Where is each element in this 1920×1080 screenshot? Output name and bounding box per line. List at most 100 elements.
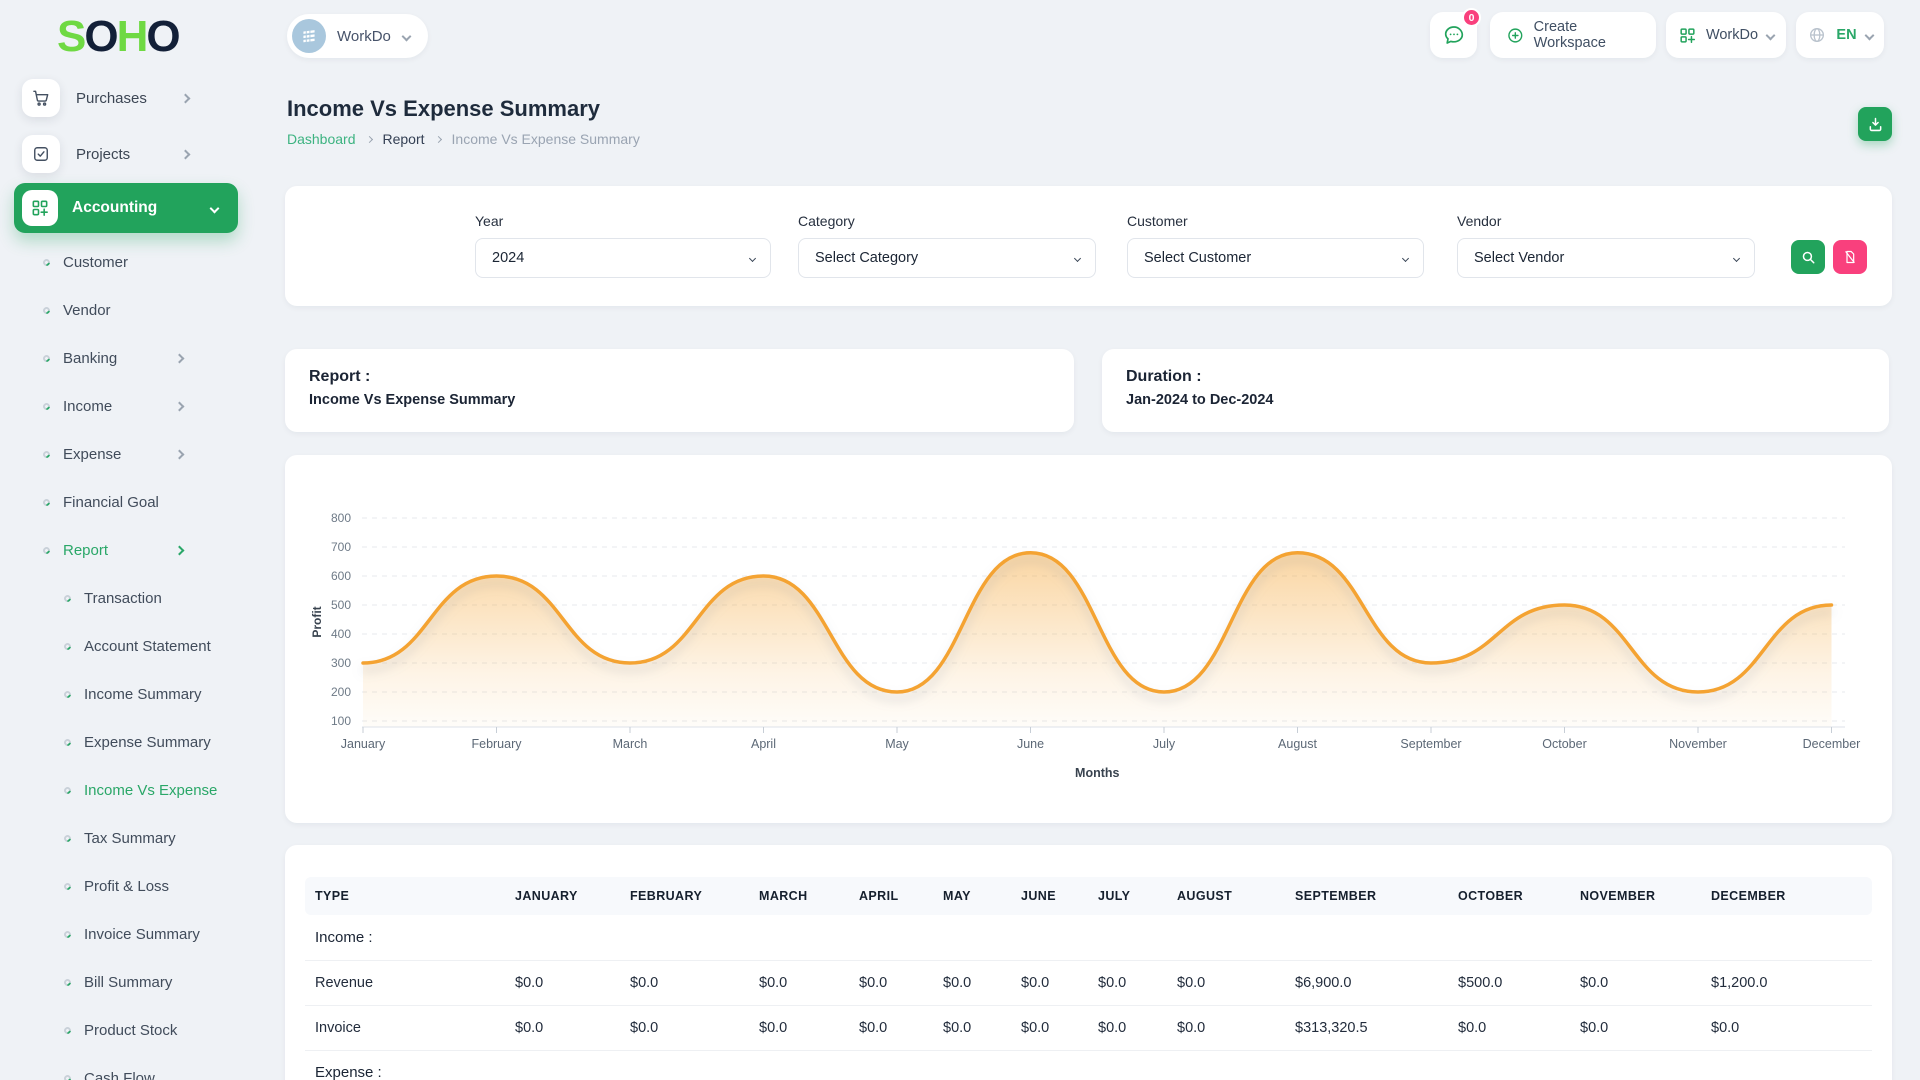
create-workspace-label: Create Workspace: [1533, 19, 1606, 51]
value-cell: $0.0: [849, 959, 933, 1005]
sidebar-item-report[interactable]: Report: [0, 526, 245, 574]
breadcrumb-report[interactable]: Report: [383, 131, 425, 147]
chevron-down-icon: [1073, 254, 1082, 262]
sidebar-item-income-summary[interactable]: Income Summary: [0, 670, 245, 718]
y-tick-label: 100: [331, 714, 351, 728]
value-cell: $0.0: [620, 1004, 749, 1050]
customer-select[interactable]: Select Customer: [1127, 238, 1424, 278]
sidebar-item-income[interactable]: Income: [0, 382, 245, 430]
sidebar-item-financial-goal[interactable]: Financial Goal: [0, 478, 245, 526]
sidebar-item-accounting-active[interactable]: Accounting: [14, 183, 238, 233]
chevron-down-icon: [209, 203, 220, 213]
value-cell: $0.0: [1088, 959, 1167, 1005]
bullet-icon: [62, 977, 73, 987]
breadcrumb-dashboard[interactable]: Dashboard: [287, 131, 356, 147]
x-tick-label: January: [341, 737, 386, 751]
workspace-avatar: [292, 19, 326, 53]
column-header-august: AUGUST: [1167, 877, 1285, 915]
cart-icon: [22, 79, 60, 117]
column-header-february: FEBRUARY: [620, 877, 749, 915]
value-cell: $313,320.5: [1285, 1004, 1448, 1050]
download-report-button[interactable]: [1858, 107, 1892, 141]
search-button[interactable]: [1791, 240, 1825, 274]
y-tick-label: 600: [331, 569, 351, 583]
y-axis-title: Profit: [310, 606, 324, 637]
value-cell: $0.0: [1570, 1004, 1701, 1050]
sidebar-item-label: Income Vs Expense: [84, 781, 218, 799]
circle-plus-icon: [1508, 27, 1523, 43]
chevron-right-icon: [174, 401, 185, 411]
app-menu-label: WorkDo: [1705, 27, 1759, 43]
sidebar-item-label: Product Stock: [84, 1021, 178, 1039]
column-header-july: JULY: [1088, 877, 1167, 915]
value-cell: $6,900.0: [1285, 959, 1448, 1005]
value-cell: $0.0: [1701, 1004, 1872, 1050]
language-label: EN: [1836, 27, 1857, 43]
sidebar-item-label: Account Statement: [84, 637, 211, 655]
accounting-submenu: Customer Vendor Banking Income Expense Financ…: [0, 238, 245, 1080]
sidebar-item-transaction[interactable]: Transaction: [0, 574, 245, 622]
logo-letter: O: [146, 12, 180, 61]
sidebar-item-expense-summary[interactable]: Expense Summary: [0, 718, 245, 766]
x-tick-label: July: [1153, 737, 1176, 751]
column-header-january: JANUARY: [505, 877, 620, 915]
bullet-icon: [62, 593, 73, 603]
sidebar-item-label: Financial Goal: [63, 493, 159, 511]
duration-card-title: Duration :: [1126, 368, 1202, 385]
sidebar-item-income-vs-expense[interactable]: Income Vs Expense: [0, 766, 245, 814]
app-menu-button[interactable]: WorkDo: [1666, 12, 1786, 58]
sidebar-item-label: Bill Summary: [84, 973, 173, 991]
table-body: Income : Revenue $0.0 $0.0 $0.0 $0.0 $0.0 $0.0 $…: [305, 915, 1872, 1080]
file-slash-icon: [1845, 250, 1855, 264]
workspace-switcher[interactable]: WorkDo: [287, 14, 428, 58]
x-tick-label: February: [471, 737, 522, 751]
value-cell: $1,200.0: [1701, 959, 1872, 1005]
reset-filter-button[interactable]: [1833, 240, 1867, 274]
y-tick-label: 500: [331, 598, 351, 612]
column-header-april: APRIL: [849, 877, 933, 915]
x-tick-label: March: [613, 737, 648, 751]
table-row-revenue: Revenue $0.0 $0.0 $0.0 $0.0 $0.0 $0.0 $0.0 $0.0 $…: [305, 959, 1872, 1005]
sidebar-item-expense[interactable]: Expense: [0, 430, 245, 478]
sidebar-item-profit-loss[interactable]: Profit & Loss: [0, 862, 245, 910]
x-tick-label: June: [1017, 737, 1044, 751]
vendor-filter-label: Vendor: [1457, 213, 1502, 229]
vendor-select[interactable]: Select Vendor: [1457, 238, 1755, 278]
create-workspace-button[interactable]: Create Workspace: [1490, 12, 1656, 58]
chevron-down-icon: [1401, 254, 1410, 262]
download-icon: [1869, 117, 1881, 131]
sidebar-item-bill-summary[interactable]: Bill Summary: [0, 958, 245, 1006]
sidebar-item-account-statement[interactable]: Account Statement: [0, 622, 245, 670]
report-card-value: Income Vs Expense Summary: [309, 392, 516, 408]
bullet-icon: [62, 641, 73, 651]
sidebar-item-label: Accounting: [72, 199, 158, 216]
value-cell: $0.0: [849, 1004, 933, 1050]
chevron-right-icon: [434, 135, 442, 143]
report-summary-card: Report : Income Vs Expense Summary: [285, 349, 1074, 432]
sidebar-item-label: Cash Flow: [84, 1069, 155, 1080]
sidebar-item-vendor[interactable]: Vendor: [0, 286, 245, 334]
language-selector[interactable]: EN: [1796, 12, 1884, 58]
chevron-right-icon: [174, 449, 185, 459]
column-header-may: MAY: [933, 877, 1011, 915]
category-select[interactable]: Select Category: [798, 238, 1096, 278]
sidebar-item-label: Profit & Loss: [84, 877, 170, 895]
messages-button[interactable]: 0: [1430, 8, 1481, 58]
sidebar-item-customer[interactable]: Customer: [0, 238, 245, 286]
sidebar-item-invoice-summary[interactable]: Invoice Summary: [0, 910, 245, 958]
filter-card: Year 2024 Category Select Category Custo…: [285, 186, 1892, 306]
sidebar-item-purchases[interactable]: Purchases: [0, 74, 245, 122]
sidebar-item-tax-summary[interactable]: Tax Summary: [0, 814, 245, 862]
soho-logo[interactable]: SOHO: [57, 12, 181, 62]
value-cell: $0.0: [1088, 1004, 1167, 1050]
year-select[interactable]: 2024: [475, 238, 771, 278]
column-header-type: TYPE: [305, 877, 505, 915]
sidebar-item-cash-flow[interactable]: Cash Flow: [0, 1054, 245, 1080]
value-cell: $0.0: [505, 959, 620, 1005]
sidebar-item-projects[interactable]: Projects: [0, 130, 245, 178]
sidebar-item-product-stock[interactable]: Product Stock: [0, 1006, 245, 1054]
bullet-icon: [41, 545, 52, 555]
sidebar-item-banking[interactable]: Banking: [0, 334, 245, 382]
category-select-value: Select Category: [815, 250, 919, 266]
sidebar-item-label: Income: [63, 397, 113, 415]
